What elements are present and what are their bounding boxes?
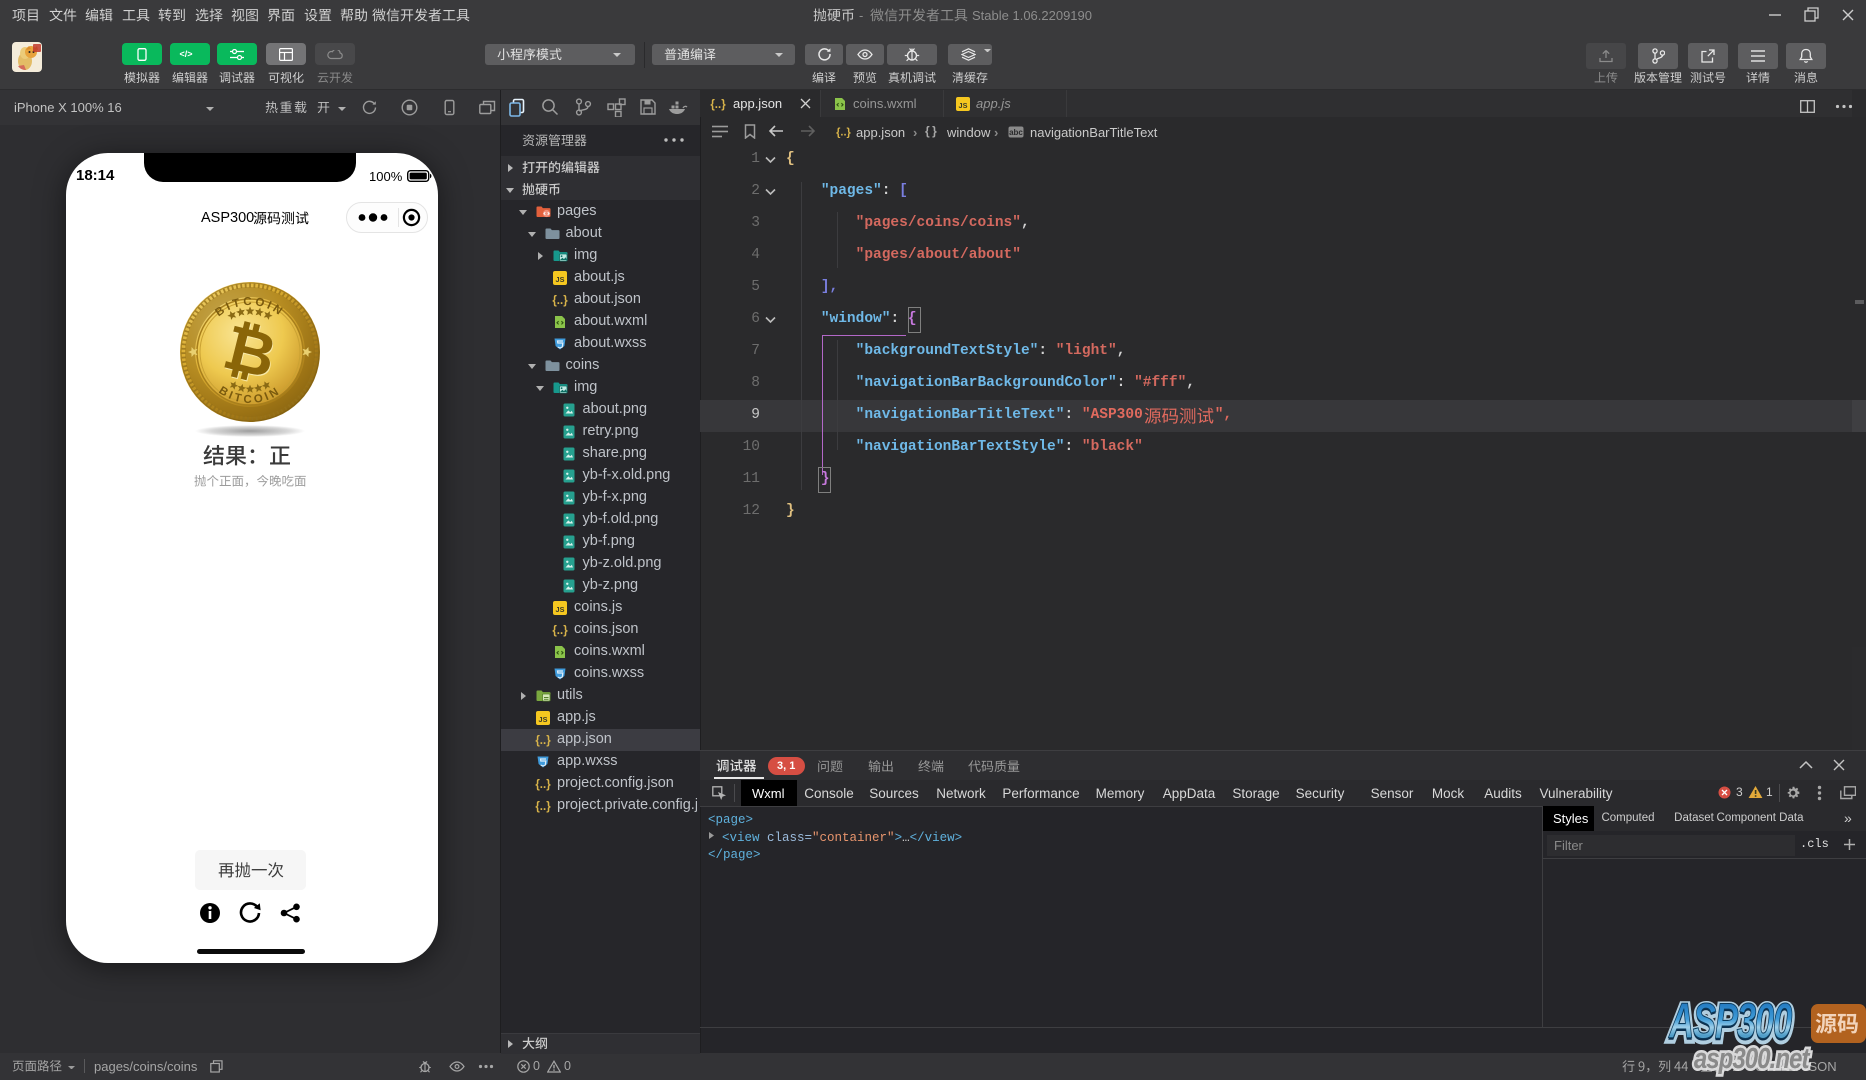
svg-text:JS: JS xyxy=(556,275,565,284)
svg-text:{..}: {..} xyxy=(552,625,568,637)
svg-text:{..}: {..} xyxy=(710,99,726,111)
svg-text:{..}: {..} xyxy=(535,801,551,813)
svg-text:JS: JS xyxy=(959,101,968,110)
svg-text:asp300.net: asp300.net xyxy=(1694,1042,1811,1075)
svg-text:{..}: {..} xyxy=(535,735,551,747)
svg-text:{..}: {..} xyxy=(552,295,568,307)
svg-text:{..}: {..} xyxy=(535,779,551,791)
svg-text:abc: abc xyxy=(1009,128,1023,137)
svg-text:JS: JS xyxy=(556,605,565,614)
svg-text:JS: JS xyxy=(539,715,548,724)
svg-text:{..}: {..} xyxy=(836,127,851,139)
